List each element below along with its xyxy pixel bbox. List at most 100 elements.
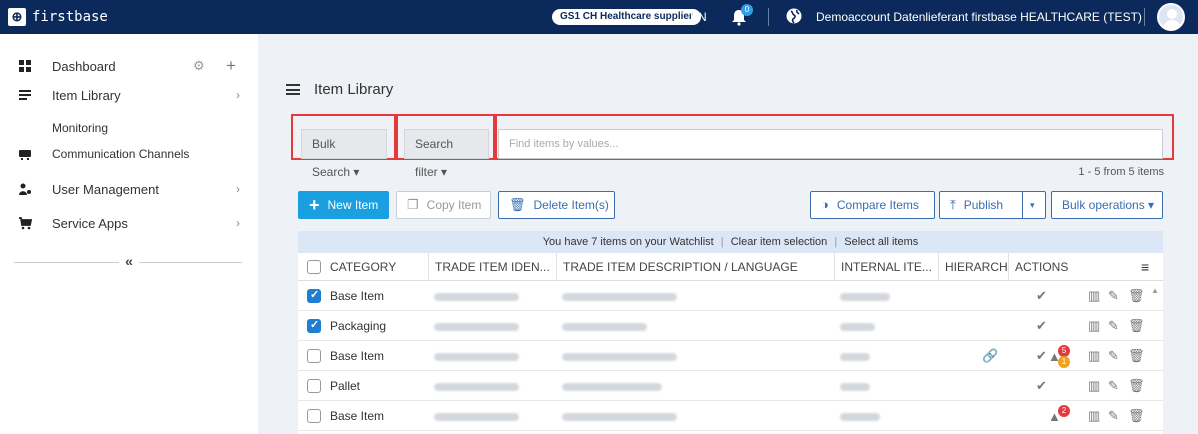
compare-items-label: Compare Items <box>836 198 919 212</box>
edit-icon[interactable]: ✎ <box>1108 408 1119 424</box>
sidebar-item-label: Monitoring <box>52 121 109 135</box>
select-all-link[interactable]: Select all items <box>844 236 918 248</box>
table-row[interactable]: Base Item ✔ ▥ ✎ 🗑 <box>298 282 1163 311</box>
library-icon[interactable]: ▥ <box>1088 288 1100 304</box>
divider <box>768 8 769 26</box>
warning-count-badge: 1 <box>1058 356 1070 368</box>
error-count-badge: 2 <box>1058 405 1070 417</box>
column-header-category[interactable]: CATEGORY <box>324 253 428 281</box>
sidebar-item-label: Communication Channels <box>52 147 190 161</box>
category-cell: Base Item <box>330 289 385 303</box>
firstbase-logo[interactable]: ⊕ firstbase <box>8 7 108 27</box>
row-checkbox[interactable] <box>307 409 321 423</box>
new-item-button[interactable]: + New Item <box>298 191 389 219</box>
edit-icon[interactable]: ✎ <box>1108 378 1119 394</box>
separator: | <box>834 236 838 248</box>
column-header-trade-item-id[interactable]: TRADE ITEM IDEN... <box>428 253 556 281</box>
publish-button[interactable]: ⤒ Publish ▾ <box>939 191 1046 219</box>
watchlist-text: You have 7 items on your Watchlist <box>542 236 714 248</box>
library-icon[interactable]: ▥ <box>1088 348 1100 364</box>
table-row[interactable]: Pallet ✔ ▥ ✎ 🗑 <box>298 372 1163 401</box>
redacted-value <box>840 293 890 301</box>
trash-icon[interactable]: 🗑 <box>1128 378 1145 394</box>
search-filter-button[interactable]: Search filter ▾ <box>404 129 489 179</box>
row-checkbox[interactable] <box>307 288 321 303</box>
trash-icon[interactable]: 🗑 <box>1128 288 1145 304</box>
category-cell: Base Item <box>330 409 385 423</box>
column-menu-icon[interactable]: ≡ <box>1141 253 1149 281</box>
supplier-badge[interactable]: GS1 CH Healthcare supplier <box>552 9 701 25</box>
globe-icon[interactable] <box>786 8 802 24</box>
trash-icon[interactable]: 🗑 <box>1128 408 1145 424</box>
redacted-value <box>840 353 870 361</box>
library-icon[interactable]: ▥ <box>1088 318 1100 334</box>
check-icon: ✔ <box>1036 348 1047 363</box>
trash-icon[interactable]: 🗑 <box>1128 318 1145 334</box>
bulk-operations-button[interactable]: Bulk operations ▾ <box>1051 191 1163 219</box>
scroll-up-arrow[interactable]: ▲ <box>1151 286 1159 295</box>
sidebar-item-label: User Management <box>52 181 159 197</box>
edit-icon[interactable]: ✎ <box>1108 318 1119 334</box>
row-checkbox[interactable] <box>307 349 321 363</box>
redacted-value <box>562 353 677 361</box>
publish-dropdown-caret[interactable]: ▾ <box>1030 192 1035 218</box>
redacted-value <box>434 383 519 391</box>
trash-icon[interactable]: 🗑 <box>1128 348 1145 364</box>
check-icon: ✔ <box>1036 318 1047 333</box>
collapse-sidebar-button[interactable]: « <box>119 253 139 271</box>
add-icon[interactable]: + <box>226 56 236 76</box>
page-title: Item Library <box>286 81 393 98</box>
sidebar-item-monitoring[interactable]: Monitoring <box>0 115 258 141</box>
dashboard-grid-icon <box>19 60 31 72</box>
column-header-hierarchy[interactable]: HIERARCH <box>938 253 1008 281</box>
select-all-checkbox[interactable] <box>307 260 321 274</box>
column-header-internal[interactable]: INTERNAL ITE... <box>834 253 938 281</box>
account-name[interactable]: Demoaccount Datenlieferant firstbase HEA… <box>816 10 1142 24</box>
table-row[interactable]: Base Item 🔗 ✔ ▲ 5 1 ▥ ✎ 🗑 <box>298 342 1163 371</box>
gear-icon[interactable]: ⚙ <box>193 58 205 74</box>
menu-icon <box>286 84 300 95</box>
redacted-value <box>562 323 647 331</box>
search-input[interactable] <box>498 129 1163 159</box>
redacted-value <box>840 413 880 421</box>
logo-mark-icon: ⊕ <box>8 8 26 26</box>
table-row[interactable]: Base Item ▲ 2 ▥ ✎ 🗑 <box>298 402 1163 431</box>
row-checkbox[interactable] <box>307 318 321 333</box>
category-cell: Pallet <box>330 379 361 393</box>
redacted-value <box>562 293 677 301</box>
channel-icon <box>19 150 31 160</box>
avatar[interactable] <box>1157 3 1185 31</box>
bulk-search-button[interactable]: Bulk Search ▾ <box>301 129 387 179</box>
row-checkbox[interactable] <box>307 379 321 393</box>
category-cell: Packaging <box>330 319 387 333</box>
sidebar-item-item-library[interactable]: Item Library › <box>0 82 258 108</box>
item-count: 1 - 5 from 5 items <box>1078 166 1164 178</box>
sidebar-item-dashboard[interactable]: Dashboard ⚙ + <box>0 53 258 79</box>
edit-icon[interactable]: ✎ <box>1108 288 1119 304</box>
library-icon[interactable]: ▥ <box>1088 378 1100 394</box>
link-icon[interactable]: 🔗 <box>982 348 998 364</box>
sidebar-item-label: Dashboard <box>52 58 116 74</box>
items-table: You have 7 items on your Watchlist | Cle… <box>298 231 1163 434</box>
logo-text: firstbase <box>32 9 108 25</box>
copy-item-button[interactable]: ❐ Copy Item <box>396 191 491 219</box>
redacted-value <box>434 293 519 301</box>
watchlist-bar: You have 7 items on your Watchlist | Cle… <box>298 231 1163 253</box>
top-bar: ⊕ firstbase GS1 CH Healthcare supplier E… <box>0 0 1198 34</box>
sidebar-item-user-management[interactable]: User Management › <box>0 176 258 202</box>
language-selector[interactable]: EN <box>690 10 707 24</box>
plus-icon: + <box>309 195 320 215</box>
sidebar: Dashboard ⚙ + Item Library › Monitoring … <box>0 34 258 434</box>
edit-icon[interactable]: ✎ <box>1108 348 1119 364</box>
redacted-value <box>562 413 677 421</box>
table-row[interactable]: Packaging ✔ ▥ ✎ 🗑 <box>298 312 1163 341</box>
library-icon[interactable]: ▥ <box>1088 408 1100 424</box>
check-icon: ✔ <box>1036 378 1047 393</box>
chevron-right-icon: › <box>236 182 240 196</box>
compare-items-button[interactable]: ◑ Compare Items <box>810 191 935 219</box>
column-header-description[interactable]: TRADE ITEM DESCRIPTION / LANGUAGE <box>556 253 834 281</box>
delete-items-button[interactable]: 🗑 Delete Item(s) <box>498 191 615 219</box>
sidebar-item-service-apps[interactable]: Service Apps › <box>0 210 258 236</box>
sidebar-item-communication-channels[interactable]: Communication Channels <box>0 141 258 167</box>
clear-selection-link[interactable]: Clear item selection <box>731 236 828 248</box>
